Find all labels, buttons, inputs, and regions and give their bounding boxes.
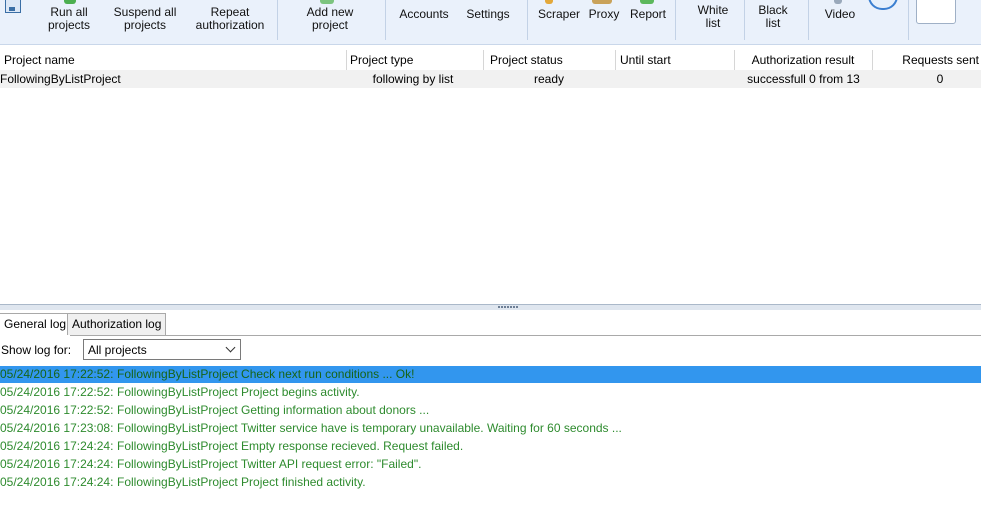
column-header-project-name[interactable]: Project name	[0, 50, 347, 70]
column-header-project-type[interactable]: Project type	[346, 50, 484, 70]
proxy-button[interactable]: Proxy	[586, 8, 622, 21]
cell-project-type: following by list	[372, 72, 454, 86]
add-project-label-2: project	[311, 18, 349, 32]
table-row[interactable]: FollowingByListProject following by list…	[0, 70, 981, 88]
accounts-label: Accounts	[399, 7, 449, 21]
extra-button[interactable]	[916, 0, 956, 24]
toolbar-separator	[277, 0, 278, 40]
log-time: 05/24/2016 17:23:08:	[0, 421, 114, 435]
report-icon	[640, 0, 654, 4]
scraper-icon	[545, 0, 553, 4]
log-message: FollowingByListProject Project begins ac…	[117, 385, 360, 399]
cell-until-start	[614, 70, 734, 88]
log-message: FollowingByListProject Project finished …	[117, 475, 366, 489]
log-tabs: General log Authorization log	[0, 313, 981, 336]
tab-authorization-log[interactable]: Authorization log	[67, 313, 167, 335]
proxy-icon	[592, 0, 612, 4]
chevron-down-icon	[225, 342, 236, 353]
add-new-project-button[interactable]: Add new project	[300, 6, 360, 32]
cell-authorization-result: successfull 0 from 13	[747, 72, 860, 86]
log-message: FollowingByListProject Twitter API reque…	[117, 457, 422, 471]
log-time: 05/24/2016 17:24:24:	[0, 457, 114, 471]
proxy-label: Proxy	[588, 7, 620, 21]
toolbar-separator	[527, 0, 528, 40]
toolbar-separator	[744, 0, 745, 40]
cell-requests-sent: 0	[936, 72, 944, 86]
log-filter-value: All projects	[88, 343, 147, 357]
splitter-grip-icon[interactable]	[498, 306, 518, 308]
log-time: 05/24/2016 17:22:52:	[0, 367, 114, 381]
column-header-project-status[interactable]: Project status	[484, 50, 616, 70]
log-message: FollowingByListProject Twitter service h…	[117, 421, 622, 435]
run-all-label-2: projects	[47, 18, 91, 32]
white-list-label-2: list	[705, 16, 721, 30]
report-label: Report	[629, 7, 667, 21]
toolbar: Run all projects Suspend all projects Re…	[0, 0, 981, 45]
black-list-button[interactable]: Black list	[750, 4, 796, 30]
show-log-for-label: Show log for:	[1, 343, 72, 357]
settings-button[interactable]: Settings	[463, 8, 513, 21]
column-header-until-start[interactable]: Until start	[614, 50, 735, 70]
white-list-button[interactable]: White list	[690, 4, 736, 30]
scraper-label: Scraper	[537, 7, 581, 21]
toolbar-separator	[908, 0, 909, 40]
log-message: FollowingByListProject Getting informati…	[117, 403, 430, 417]
repeat-authorization-button[interactable]: Repeat authorization	[192, 6, 268, 32]
video-icon	[834, 0, 842, 4]
accounts-button[interactable]: Accounts	[396, 8, 452, 21]
log-time: 05/24/2016 17:22:52:	[0, 403, 114, 417]
log-time: 05/24/2016 17:22:52:	[0, 385, 114, 399]
tab-general-log[interactable]: General log	[0, 313, 72, 336]
column-header-requests-sent[interactable]: Requests sent	[873, 50, 981, 70]
column-header-authorization-result[interactable]: Authorization result	[734, 50, 873, 70]
settings-label: Settings	[466, 7, 510, 21]
toolbar-separator	[675, 0, 676, 40]
save-icon[interactable]	[5, 0, 21, 13]
suspend-all-projects-button[interactable]: Suspend all projects	[110, 6, 180, 32]
log-entry[interactable]: 05/24/2016 17:24:24: FollowingByListProje…	[0, 438, 981, 455]
video-button[interactable]: Video	[818, 8, 862, 21]
run-all-projects-button[interactable]: Run all projects	[46, 6, 92, 32]
log-time: 05/24/2016 17:24:24:	[0, 475, 114, 489]
log-entry[interactable]: 05/24/2016 17:22:52: FollowingByListProje…	[0, 384, 981, 401]
log-entry[interactable]: 05/24/2016 17:22:52: FollowingByListProje…	[0, 366, 981, 383]
suspend-all-label-2: projects	[123, 18, 167, 32]
log-message: FollowingByListProject Empty response re…	[117, 439, 464, 453]
log-entry[interactable]: 05/24/2016 17:24:24: FollowingByListProje…	[0, 456, 981, 473]
log-filter-select[interactable]: All projects	[83, 339, 241, 360]
help-icon[interactable]	[868, 0, 898, 10]
cell-project-name: FollowingByListProject	[0, 72, 121, 86]
panel-splitter[interactable]	[0, 304, 981, 310]
log-entry[interactable]: 05/24/2016 17:22:52: FollowingByListProje…	[0, 402, 981, 419]
scraper-button[interactable]: Scraper	[536, 8, 582, 21]
log-time: 05/24/2016 17:24:24:	[0, 439, 114, 453]
toolbar-separator	[808, 0, 809, 40]
toolbar-separator	[385, 0, 386, 40]
black-list-label-2: list	[765, 16, 781, 30]
table-header: Project name Project type Project status…	[0, 50, 981, 71]
add-icon	[320, 0, 334, 4]
log-message: FollowingByListProject Check next run co…	[117, 367, 415, 381]
log-entry[interactable]: 05/24/2016 17:24:24: FollowingByListProje…	[0, 474, 981, 491]
cell-project-status: ready	[533, 72, 565, 86]
run-icon	[64, 0, 76, 4]
repeat-auth-label-2: authorization	[195, 18, 265, 32]
video-label: Video	[824, 7, 856, 21]
report-button[interactable]: Report	[627, 8, 669, 21]
log-entry[interactable]: 05/24/2016 17:23:08: FollowingByListProje…	[0, 420, 981, 437]
